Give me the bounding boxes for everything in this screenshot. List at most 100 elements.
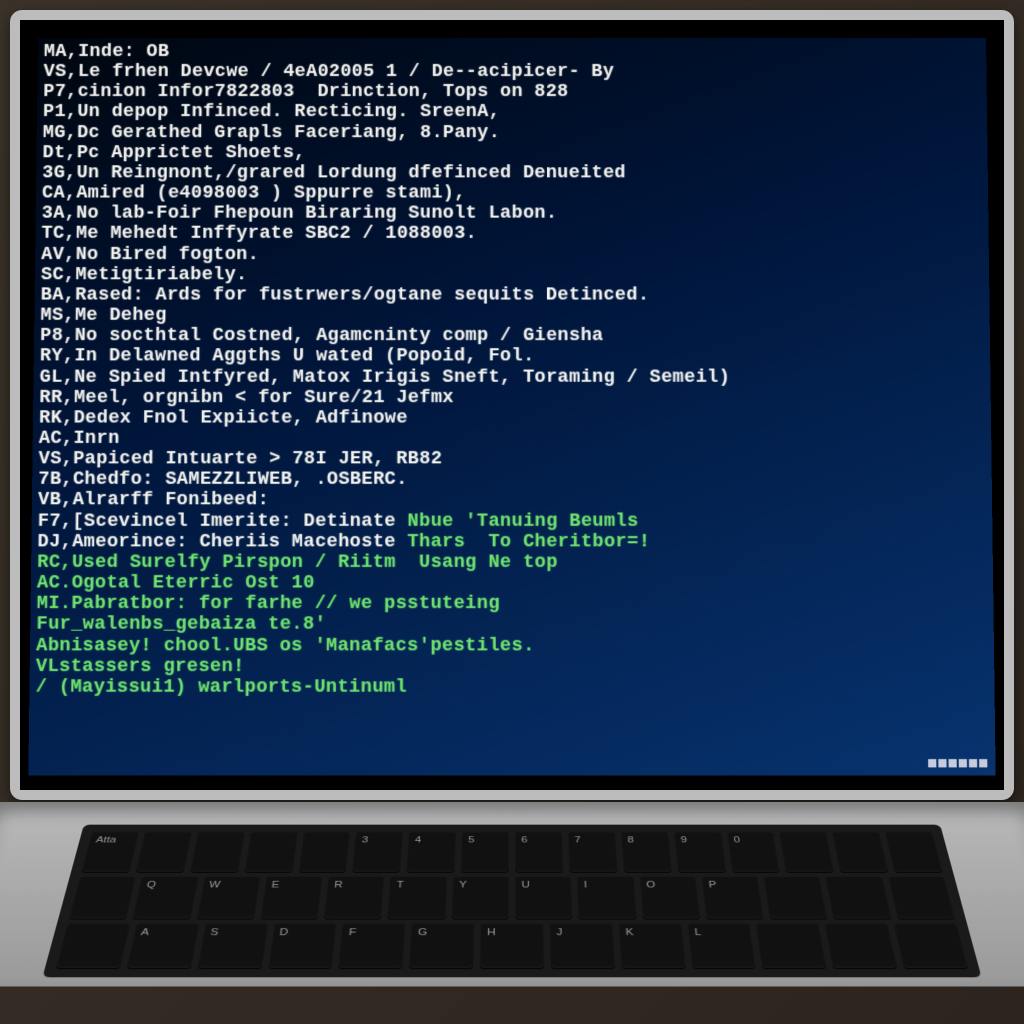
- key-o[interactable]: O: [639, 877, 700, 919]
- key-blank[interactable]: [885, 832, 942, 872]
- key-blank[interactable]: [825, 924, 897, 968]
- tray-icon[interactable]: [969, 759, 977, 767]
- key-i[interactable]: I: [577, 877, 636, 919]
- key-blank[interactable]: [888, 877, 955, 919]
- key-k[interactable]: K: [618, 924, 685, 968]
- terminal-line: VB,Alrarff Fonibeed:: [38, 490, 986, 511]
- key-blank[interactable]: [298, 832, 350, 872]
- keyboard-row: Atta 34567890: [81, 832, 942, 872]
- tray-icon[interactable]: [938, 759, 946, 767]
- terminal-text: MG,Dc Gerathed Grapls Faceriang, 8.Pany.: [43, 122, 500, 143]
- terminal-text: P7,cinion Infor7822803 Drinction, Tops o…: [43, 81, 568, 102]
- terminal-line: 3G,Un Reingnont,/grared Lordung dfefince…: [42, 163, 982, 183]
- key-blank[interactable]: [826, 877, 891, 919]
- key-r[interactable]: R: [324, 877, 385, 919]
- terminal-text: RK,Dedex Fnol Expiicte, Adfinowe: [39, 407, 408, 428]
- key-blank[interactable]: [69, 877, 136, 919]
- terminal-line: TC,Me Mehedt Inffyrate SBC2 / 1088003.: [41, 224, 982, 244]
- terminal-text: MS,Me Deheg: [40, 305, 167, 326]
- terminal-text: CA,Amired (e4098003 ) Sppurre stami),: [42, 182, 466, 203]
- terminal-text: F7,[Scevincel Imerite: Detinate: [38, 510, 408, 532]
- key-8[interactable]: 8: [621, 832, 672, 872]
- terminal-text: MA,Inde: OB: [44, 41, 170, 62]
- keyboard[interactable]: Atta 34567890 QWERTYUIOP ASDFGHJKL: [42, 825, 981, 978]
- system-tray: [928, 759, 987, 767]
- key-blank[interactable]: [779, 832, 834, 872]
- key-t[interactable]: T: [388, 877, 447, 919]
- key-w[interactable]: W: [197, 877, 261, 919]
- key-7[interactable]: 7: [568, 832, 617, 872]
- terminal-line: 7B,Chedfo: SAMEZZLIWEB, .OSBERC.: [38, 470, 986, 491]
- terminal-line: Fur_walenbs_gebaiza te.8': [36, 615, 987, 636]
- tray-icon[interactable]: [979, 759, 987, 767]
- terminal-line: MG,Dc Gerathed Grapls Faceriang, 8.Pany.: [43, 123, 982, 143]
- tray-icon[interactable]: [928, 759, 936, 767]
- key-q[interactable]: Q: [133, 877, 198, 919]
- terminal-text: AV,No Bired fogton.: [41, 243, 259, 264]
- terminal-line: Dt,Pc Apprictet Shoets,: [42, 143, 981, 163]
- key-blank[interactable]: [56, 924, 130, 968]
- terminal-line: CA,Amired (e4098003 ) Sppurre stami),: [42, 183, 982, 203]
- terminal-output: MA,Inde: OBVS,Le frhen Devcwe / 4eA02005…: [35, 42, 988, 698]
- key-blank[interactable]: [832, 832, 888, 872]
- key-6[interactable]: 6: [515, 832, 563, 872]
- terminal-text: AC,Inrn: [39, 428, 120, 449]
- key-blank[interactable]: [190, 832, 245, 872]
- key-j[interactable]: J: [550, 924, 615, 968]
- terminal-text: RR,Meel, orgnibn < for Sure/21 Jefmx: [39, 387, 454, 408]
- key-3[interactable]: 3: [353, 832, 404, 872]
- key-p[interactable]: P: [702, 877, 764, 919]
- key-5[interactable]: 5: [461, 832, 509, 872]
- terminal-line: P8,No socthtal Costned, Agamcninty comp …: [40, 326, 984, 346]
- terminal-line: GL,Ne Spied Intfyred, Matox Irigis Sneft…: [39, 367, 984, 388]
- key-9[interactable]: 9: [674, 832, 726, 872]
- terminal-text: 7B,Chedfo: SAMEZZLIWEB, .OSBERC.: [38, 469, 407, 490]
- terminal-text: 3A,No lab-Foir Fhepoun Biraring Sunolt L…: [42, 203, 558, 224]
- terminal-line: MA,Inde: OB: [44, 42, 981, 62]
- key-y[interactable]: Y: [451, 877, 508, 919]
- terminal-text: RC,Used Surelfy Pirspon / Riitm Usang Ne…: [37, 551, 558, 573]
- screen-frame: Cicedbot MA,Inde: OBVS,Le frhen Devcwe /…: [10, 10, 1014, 800]
- key-a[interactable]: A: [127, 924, 199, 968]
- terminal-line: 3A,No lab-Foir Fhepoun Biraring Sunolt L…: [42, 204, 983, 224]
- key-blank[interactable]: [894, 924, 968, 968]
- tray-icon[interactable]: [949, 759, 957, 767]
- key-h[interactable]: H: [480, 924, 544, 968]
- terminal-line: RR,Meel, orgnibn < for Sure/21 Jefmx: [39, 388, 985, 409]
- key-4[interactable]: 4: [407, 832, 456, 872]
- terminal-line: AV,No Bired fogton.: [41, 244, 983, 264]
- terminal-text: Nbue 'Tanuing Beumls: [407, 510, 638, 532]
- key-g[interactable]: G: [409, 924, 474, 968]
- key-blank[interactable]: [136, 832, 192, 872]
- key-atta[interactable]: Atta: [81, 832, 138, 872]
- key-0[interactable]: 0: [727, 832, 780, 872]
- terminal-line: Abnisasey! chool.UBS os 'Manafacs'pestil…: [36, 635, 988, 656]
- key-s[interactable]: S: [197, 924, 267, 968]
- terminal-text: P8,No socthtal Costned, Agamcninty comp …: [40, 325, 603, 346]
- laptop: Cicedbot MA,Inde: OBVS,Le frhen Devcwe /…: [0, 10, 1024, 1024]
- terminal-line: BA,Rased: Ards for fustrwers/ogtane sequ…: [41, 285, 984, 305]
- terminal-line: AC,Inrn: [39, 429, 986, 450]
- terminal-line: / (Mayissui1) warlports-Untinuml: [35, 677, 988, 698]
- key-d[interactable]: D: [268, 924, 337, 968]
- terminal-line: AC.Ogotal Eterric Ost 10: [37, 573, 987, 594]
- key-f[interactable]: F: [339, 924, 406, 968]
- terminal-text: 3G,Un Reingnont,/grared Lordung dfefince…: [42, 162, 626, 183]
- key-blank[interactable]: [764, 877, 828, 919]
- terminal-text: BA,Rased: Ards for fustrwers/ogtane sequ…: [41, 284, 650, 305]
- tray-icon[interactable]: [959, 759, 967, 767]
- terminal-line: F7,[Scevincel Imerite: Detinate Nbue 'Ta…: [38, 511, 987, 532]
- key-blank[interactable]: [244, 832, 297, 872]
- terminal-text: Thars To Cheritbor=!: [407, 531, 650, 553]
- terminal-text: VB,Alrarff Fonibeed:: [38, 489, 269, 511]
- keyboard-row: ASDFGHJKL: [56, 924, 968, 968]
- key-l[interactable]: L: [687, 924, 756, 968]
- terminal-text: VS,Le frhen Devcwe / 4eA02005 1 / De--ac…: [43, 61, 614, 82]
- key-u[interactable]: U: [515, 877, 572, 919]
- terminal-line: SC,Metigtiriabely.: [41, 265, 983, 285]
- terminal-line: RC,Used Surelfy Pirspon / Riitm Usang Ne…: [37, 552, 987, 573]
- key-e[interactable]: E: [260, 877, 322, 919]
- terminal-text: VLstassers gresen!: [36, 655, 245, 677]
- display-panel: MA,Inde: OBVS,Le frhen Devcwe / 4eA02005…: [28, 38, 995, 776]
- key-blank[interactable]: [756, 924, 826, 968]
